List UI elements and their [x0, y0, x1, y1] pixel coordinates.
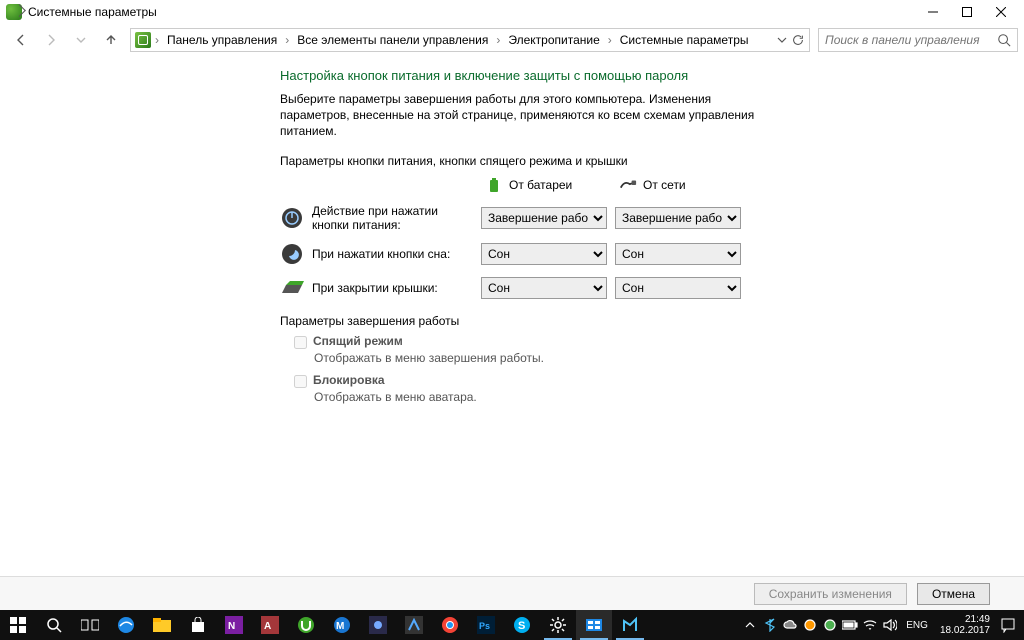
tray-wifi-icon[interactable]: [860, 610, 880, 640]
column-battery: От батареи: [481, 176, 611, 194]
refresh-icon[interactable]: [791, 33, 805, 47]
tray-battery-icon[interactable]: [840, 610, 860, 640]
breadcrumb-item[interactable]: Панель управления: [163, 33, 281, 47]
breadcrumb-sep: ›: [606, 33, 614, 47]
taskbar-app-chrome[interactable]: [432, 610, 468, 640]
taskbar-app-generic-2[interactable]: [396, 610, 432, 640]
address-dropdown-icon[interactable]: [777, 35, 787, 45]
lock-checkbox[interactable]: [294, 375, 307, 388]
power-button-battery-select[interactable]: Завершение работы: [481, 207, 607, 229]
tray-language[interactable]: ENG: [900, 620, 934, 631]
breadcrumb-item[interactable]: Все элементы панели управления: [293, 33, 492, 47]
breadcrumb-sep: ›: [153, 33, 161, 47]
dialog-footer: Сохранить изменения Отмена: [0, 576, 1024, 610]
breadcrumb-sep: ›: [494, 33, 502, 47]
taskbar-app-explorer[interactable]: [144, 610, 180, 640]
taskbar-app-store[interactable]: [180, 610, 216, 640]
tray-app-icon-1[interactable]: [800, 610, 820, 640]
main-content: Настройка кнопок питания и включение защ…: [0, 56, 1024, 576]
svg-text:M: M: [336, 621, 344, 632]
taskbar-app-utorrent[interactable]: [288, 610, 324, 640]
plug-icon: [619, 176, 637, 194]
taskbar-app-control-panel[interactable]: [576, 610, 612, 640]
power-button-plugged-select[interactable]: Завершение работы: [615, 207, 741, 229]
sleep-checkbox-label: Спящий режим: [313, 334, 403, 348]
maximize-button[interactable]: [950, 0, 984, 24]
tray-clock[interactable]: 21:49 18.02.2017: [934, 614, 996, 636]
sleep-button-battery-select[interactable]: Сон: [481, 243, 607, 265]
save-button[interactable]: Сохранить изменения: [754, 583, 907, 605]
tray-show-hidden-icon[interactable]: [740, 610, 760, 640]
lid-close-battery-select[interactable]: Сон: [481, 277, 607, 299]
column-plugged: От сети: [615, 176, 745, 194]
tray-date: 18.02.2017: [940, 625, 990, 636]
column-plugged-label: От сети: [643, 178, 686, 192]
svg-text:N: N: [228, 621, 235, 632]
row-sleep-button-label: При нажатии кнопки сна:: [312, 247, 477, 261]
svg-text:Ps: Ps: [479, 621, 490, 631]
lock-checkbox-label: Блокировка: [313, 373, 385, 387]
taskbar-app-onenote[interactable]: N: [216, 610, 252, 640]
cortana-search-icon[interactable]: [36, 610, 72, 640]
breadcrumb-item[interactable]: Электропитание: [504, 33, 603, 47]
search-input[interactable]: [825, 33, 997, 47]
recent-dropdown[interactable]: [70, 29, 92, 51]
cancel-button[interactable]: Отмена: [917, 583, 990, 605]
tray-notifications-icon[interactable]: [996, 617, 1020, 633]
lid-close-icon: [280, 276, 304, 300]
forward-button[interactable]: [40, 29, 62, 51]
taskbar-app-skype[interactable]: S: [504, 610, 540, 640]
task-view-icon[interactable]: [72, 610, 108, 640]
taskbar-app-malwarebytes[interactable]: M: [324, 610, 360, 640]
sleep-checkbox-sub: Отображать в меню завершения работы.: [314, 351, 1004, 365]
lock-checkbox-sub: Отображать в меню аватара.: [314, 390, 1004, 404]
taskbar-app-photoshop[interactable]: Ps: [468, 610, 504, 640]
page-heading: Настройка кнопок питания и включение защ…: [280, 68, 1004, 83]
tray-time: 21:49: [940, 614, 990, 625]
tray-bluetooth-icon[interactable]: [760, 610, 780, 640]
taskbar-app-generic-3[interactable]: [612, 610, 648, 640]
battery-icon: [485, 176, 503, 194]
close-button[interactable]: [984, 0, 1018, 24]
section-shutdown-label: Параметры завершения работы: [280, 314, 1004, 328]
taskbar-app-access[interactable]: A: [252, 610, 288, 640]
taskbar-app-edge[interactable]: [108, 610, 144, 640]
sleep-button-plugged-select[interactable]: Сон: [615, 243, 741, 265]
tray-app-icon-2[interactable]: [820, 610, 840, 640]
back-button[interactable]: [10, 29, 32, 51]
page-description: Выберите параметры завершения работы для…: [280, 91, 780, 140]
power-button-icon: [280, 206, 304, 230]
power-settings-grid: От батареи От сети Действие при нажатии …: [280, 176, 1004, 300]
tray-cloud-icon[interactable]: [780, 610, 800, 640]
taskbar: N A M Ps S ENG 21:49 18.02.2017: [0, 610, 1024, 640]
tray-volume-icon[interactable]: [880, 610, 900, 640]
svg-text:S: S: [518, 620, 525, 632]
column-battery-label: От батареи: [509, 178, 572, 192]
shutdown-option-lock: Блокировка: [294, 373, 1004, 388]
sleep-checkbox[interactable]: [294, 336, 307, 349]
taskbar-app-settings[interactable]: [540, 610, 576, 640]
row-power-button-label: Действие при нажатии кнопки питания:: [312, 204, 477, 232]
svg-text:A: A: [264, 621, 271, 632]
start-button[interactable]: [0, 610, 36, 640]
search-box[interactable]: [818, 28, 1018, 52]
lid-close-plugged-select[interactable]: Сон: [615, 277, 741, 299]
window-title: Системные параметры: [28, 5, 157, 19]
minimize-button[interactable]: [916, 0, 950, 24]
address-bar[interactable]: › Панель управления › Все элементы панел…: [130, 28, 810, 52]
breadcrumb-item[interactable]: Системные параметры: [616, 33, 753, 47]
breadcrumb-sep: ›: [283, 33, 291, 47]
location-icon: [135, 32, 151, 48]
window-titlebar: Системные параметры: [0, 0, 1024, 24]
taskbar-app-generic-1[interactable]: [360, 610, 396, 640]
section-power-buttons-label: Параметры кнопки питания, кнопки спящего…: [280, 154, 1004, 168]
address-bar-row: › Панель управления › Все элементы панел…: [0, 24, 1024, 56]
search-icon: [997, 33, 1011, 47]
sleep-button-icon: [280, 242, 304, 266]
row-lid-close-label: При закрытии крышки:: [312, 281, 477, 295]
up-button[interactable]: [100, 29, 122, 51]
shutdown-option-sleep: Спящий режим: [294, 334, 1004, 349]
power-options-icon: [6, 4, 22, 20]
